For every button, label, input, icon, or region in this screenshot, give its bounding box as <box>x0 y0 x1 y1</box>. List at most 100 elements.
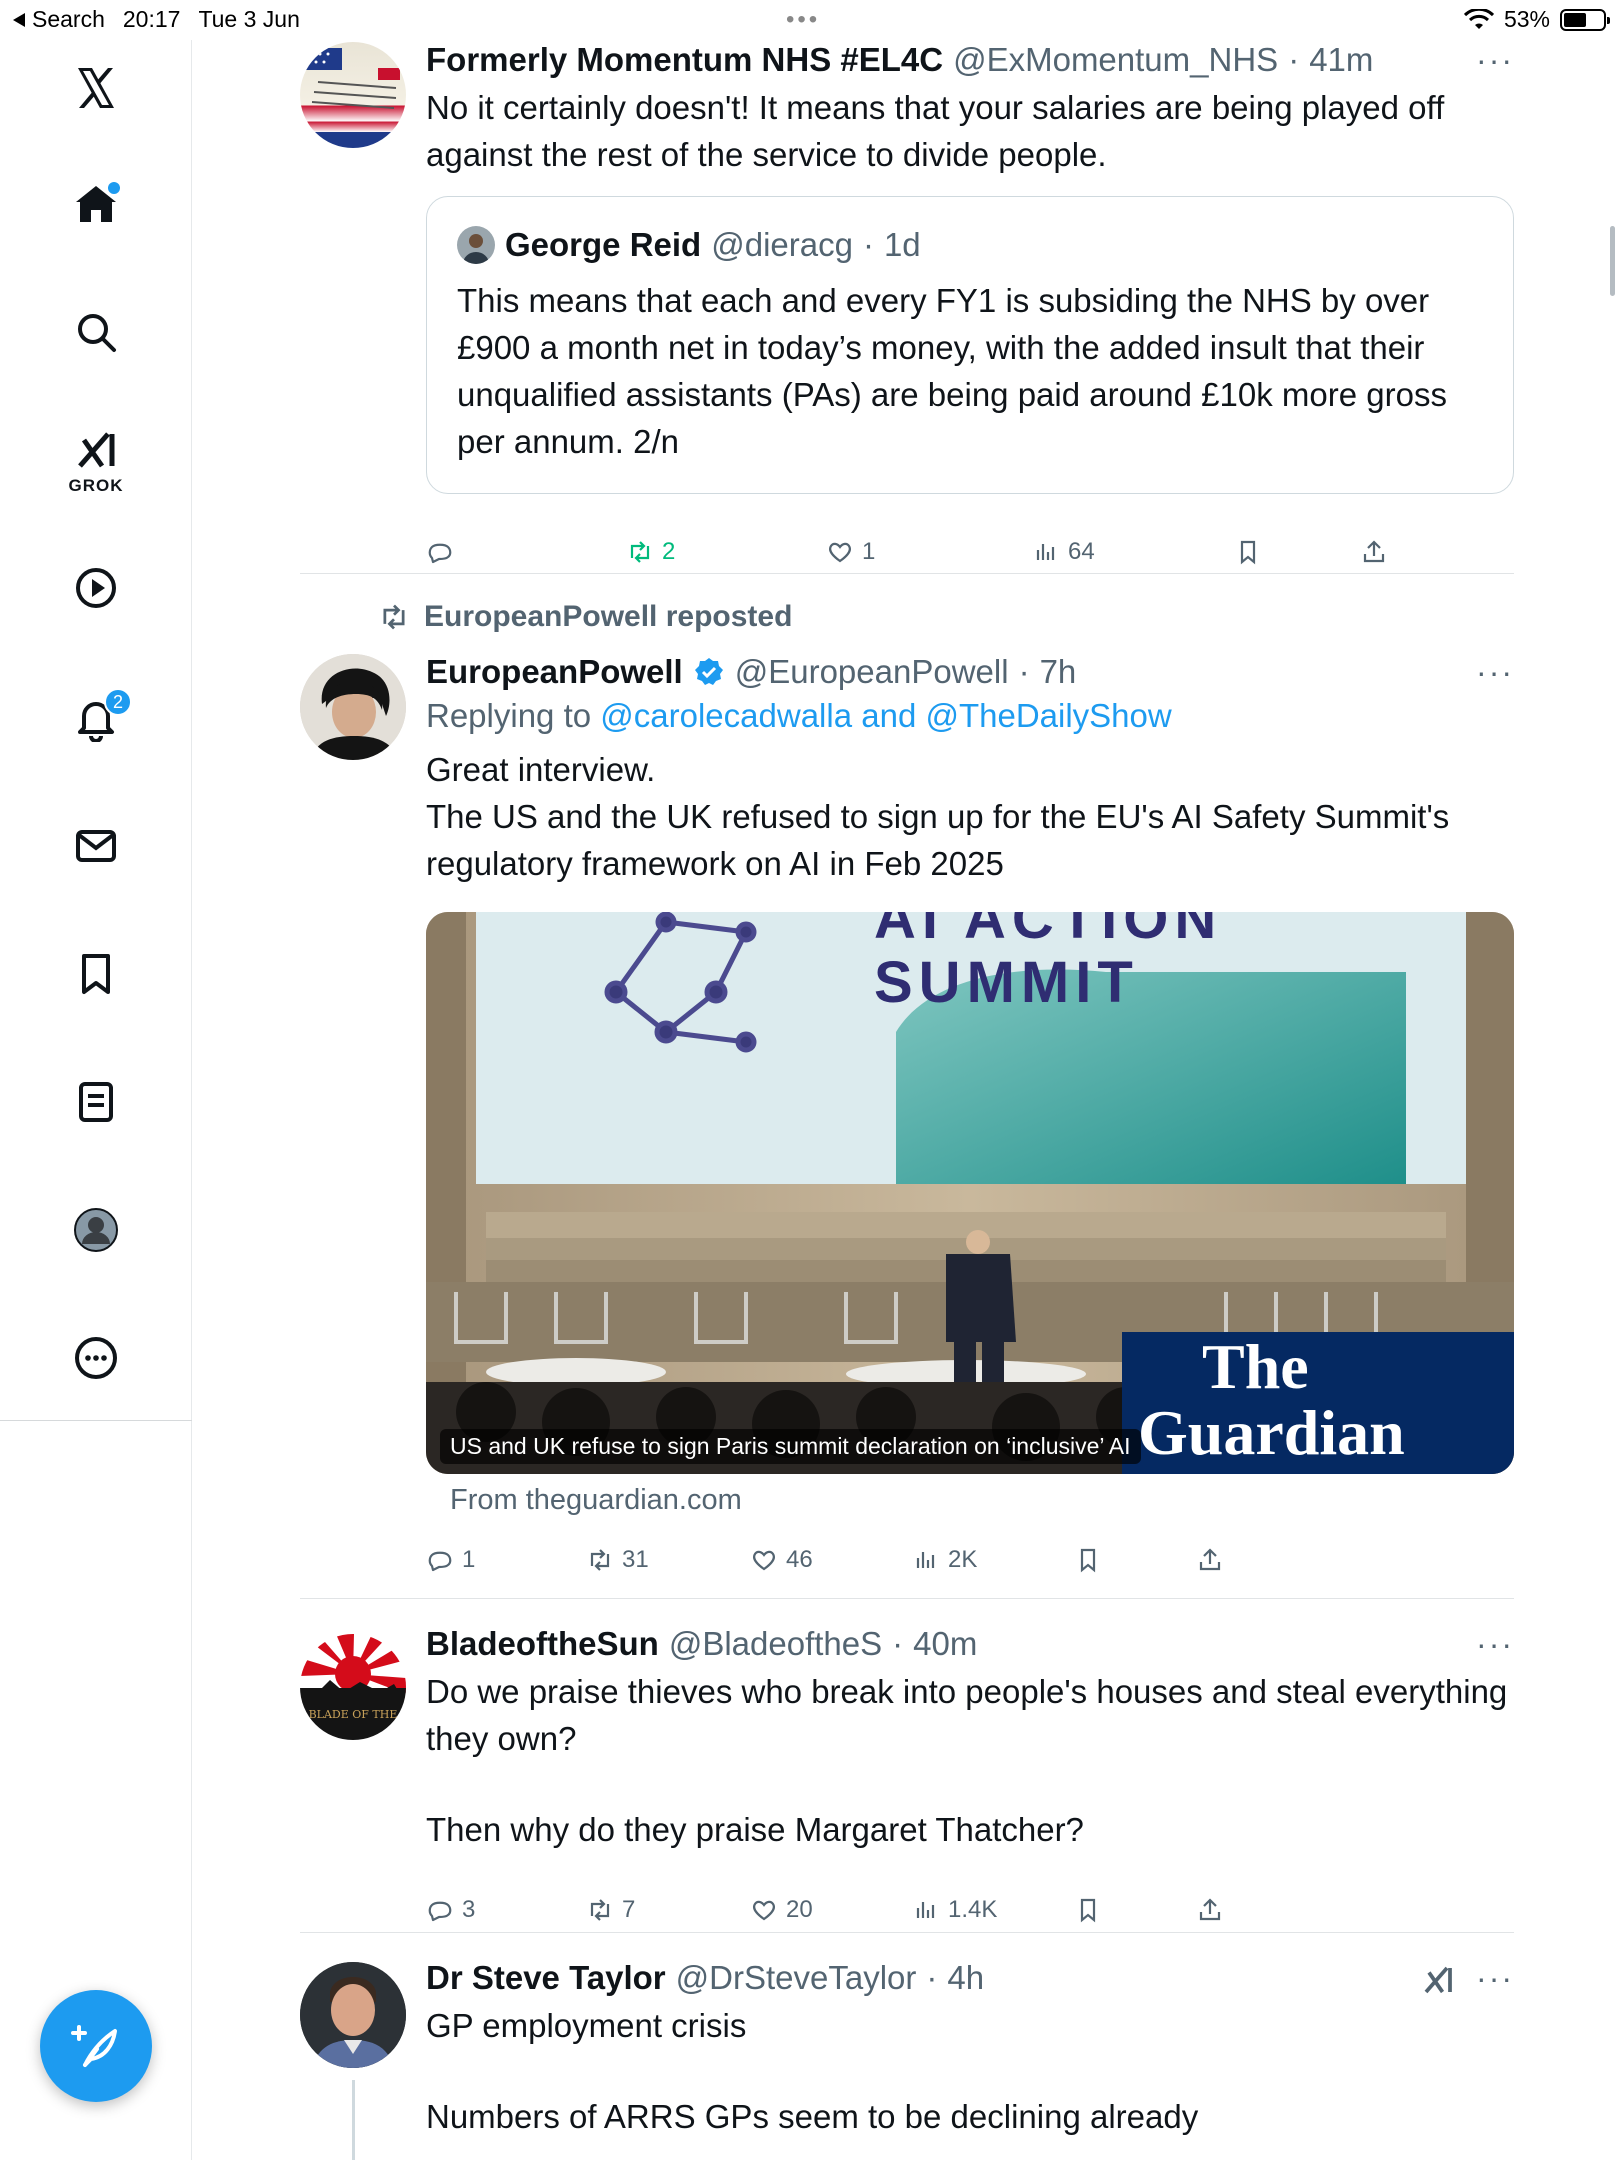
avatar-portrait <box>300 1962 406 2068</box>
like-button[interactable]: 20 <box>750 1888 813 1932</box>
post-time[interactable]: 40m <box>913 1622 977 1666</box>
like-button[interactable]: 1 <box>826 530 875 574</box>
bookmarks-icon[interactable] <box>70 948 122 1000</box>
author-handle[interactable]: @EuropeanPowell <box>735 650 1009 694</box>
messages-envelope-icon[interactable] <box>70 820 122 872</box>
separator-dot: · <box>862 226 874 263</box>
grok-icon[interactable] <box>70 424 122 476</box>
author-name[interactable]: BladeoftheSun <box>426 1622 659 1666</box>
reply-icon <box>428 1901 452 1922</box>
avatar-drstevetaylor[interactable] <box>300 1962 406 2068</box>
x-logo-icon[interactable] <box>70 62 122 114</box>
tweet-text-line: Do we praise thieves who break into peop… <box>426 1673 1508 1757</box>
bookmark-button[interactable] <box>1074 1538 1102 1582</box>
like-button[interactable]: 46 <box>750 1538 813 1582</box>
avatar-europeanpowell[interactable] <box>300 654 406 760</box>
sidebar-nav: GROK 2 <box>0 40 192 2160</box>
newspaper-clipping-icon <box>306 48 400 109</box>
reply-count: 1 <box>462 1546 476 1573</box>
status-date: Tue 3 Jun <box>198 6 300 32</box>
search-icon[interactable] <box>70 306 122 358</box>
reposted-indicator: EuropeanPowell reposted <box>378 600 792 634</box>
repost-button[interactable]: 31 <box>586 1538 649 1582</box>
heart-icon <box>829 542 851 563</box>
avatar-blade-text: BLADE OF THE <box>309 1708 398 1721</box>
sidebar-divider <box>0 1420 192 1421</box>
tweet-divider <box>300 1598 1514 1599</box>
more-menu-icon[interactable]: ··· <box>1476 1626 1514 1663</box>
replying-prefix: Replying to <box>426 697 592 734</box>
separator-dot: · <box>926 1959 938 1996</box>
views-bar-chart-icon <box>916 1902 935 1918</box>
summit-stage-photo: AI ACTION SUMMIT The Guardian <box>426 912 1514 1474</box>
avatar-exmomentum[interactable] <box>300 42 406 148</box>
tweet-text-blank-line <box>426 2049 1514 2093</box>
notifications-bell-icon[interactable]: 2 <box>70 688 132 744</box>
share-button[interactable] <box>1360 530 1388 574</box>
reply-button[interactable] <box>426 530 462 574</box>
grok-explain-button[interactable] <box>1420 1962 1456 2003</box>
avatar-bladeofthesun[interactable]: BLADE OF THE <box>300 1634 406 1740</box>
author-handle[interactable]: @DrSteveTaylor <box>676 1956 917 2000</box>
more-menu-icon[interactable]: ··· <box>1476 42 1514 79</box>
battery-percent: 53% <box>1503 6 1550 32</box>
post-time[interactable]: 7h <box>1040 650 1077 694</box>
back-label: Search <box>32 6 105 32</box>
author-handle[interactable]: @BladeoftheS <box>669 1622 882 1666</box>
reply-count: 3 <box>462 1896 476 1923</box>
quoted-author-name: George Reid <box>505 226 702 263</box>
share-button[interactable] <box>1196 1888 1224 1932</box>
wifi-icon <box>1463 8 1494 29</box>
author-handle[interactable]: @ExMomentum_NHS <box>953 38 1278 82</box>
back-triangle-icon <box>13 12 25 27</box>
more-menu-icon[interactable]: ··· <box>1476 1960 1514 1997</box>
more-menu-icon[interactable]: ··· <box>1476 654 1514 691</box>
profile-avatar-icon[interactable] <box>70 1204 122 1256</box>
repost-icon <box>383 604 405 630</box>
quoted-tweet[interactable]: George Reid @dieracg · 1d This means tha… <box>426 196 1514 494</box>
link-source[interactable]: From theguardian.com <box>450 1484 742 1517</box>
home-icon[interactable] <box>70 178 122 230</box>
bookmark-icon <box>1080 1898 1096 1923</box>
bookmark-button[interactable] <box>1234 530 1262 574</box>
views-bar-chart-icon <box>916 1552 935 1568</box>
like-count: 1 <box>862 538 876 565</box>
reposted-label[interactable]: EuropeanPowell reposted <box>424 600 792 634</box>
lists-icon[interactable] <box>70 1076 122 1128</box>
repost-count: 7 <box>622 1896 636 1923</box>
views-button[interactable]: 1.4K <box>912 1888 997 1932</box>
repost-count: 2 <box>662 538 676 565</box>
replying-handles-link[interactable]: @carolecadwalla and @TheDailyShow <box>600 697 1171 734</box>
bookmark-button[interactable] <box>1074 1888 1102 1932</box>
repost-button[interactable]: 2 <box>626 530 675 574</box>
tweet-text-line: GP employment crisis <box>426 2007 747 2044</box>
share-button[interactable] <box>1196 1538 1224 1582</box>
tweet-text: No it certainly doesn't! It means that y… <box>426 89 1445 173</box>
link-card-image[interactable]: AI ACTION SUMMIT The Guardian US and UK … <box>426 912 1514 1474</box>
repost-button[interactable]: 7 <box>586 1888 635 1932</box>
thread-connector-line <box>352 2080 355 2160</box>
author-name[interactable]: Dr Steve Taylor <box>426 1956 666 2000</box>
back-to-search-link[interactable]: Search <box>12 6 105 33</box>
video-play-icon[interactable] <box>70 562 122 614</box>
views-button[interactable]: 2K <box>912 1538 977 1582</box>
author-name[interactable]: Formerly Momentum NHS #EL4C <box>426 38 943 82</box>
post-time[interactable]: 4h <box>947 1956 984 2000</box>
status-time: 20:17 <box>122 6 181 32</box>
multitasking-dots-icon[interactable]: ••• <box>786 6 820 34</box>
guardian-logo-line2: Guardian <box>1138 1397 1405 1468</box>
tweet-actions: 3 7 20 1.4K <box>426 1888 1514 1932</box>
views-button[interactable]: 64 <box>1032 530 1095 574</box>
share-icon <box>1199 1548 1221 1571</box>
tweet-divider <box>300 573 1514 574</box>
post-time[interactable]: 41m <box>1309 38 1373 82</box>
scrollbar-thumb[interactable] <box>1610 226 1615 296</box>
reply-button[interactable]: 3 <box>426 1888 475 1932</box>
reply-button[interactable]: 1 <box>426 1538 475 1582</box>
bookmark-icon <box>1080 1548 1096 1573</box>
more-options-icon[interactable] <box>70 1332 122 1384</box>
quoted-post-time: 1d <box>883 226 921 263</box>
repost-icon <box>630 541 650 563</box>
author-name[interactable]: EuropeanPowell <box>426 650 683 694</box>
compose-post-button[interactable] <box>40 1990 152 2102</box>
